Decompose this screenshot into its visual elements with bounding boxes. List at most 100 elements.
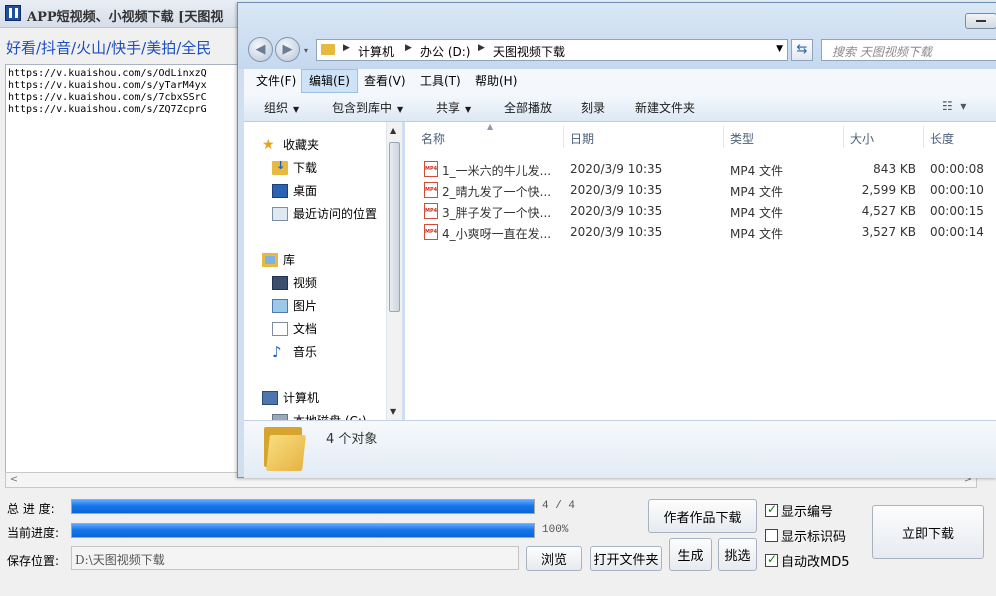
menu-help[interactable]: 帮助(H)	[468, 69, 524, 93]
menu-view[interactable]: 查看(V)	[357, 69, 413, 93]
column-separator[interactable]	[843, 126, 844, 148]
nav-documents-label: 文档	[293, 322, 318, 336]
forward-arrow-icon[interactable]: ▶	[275, 37, 300, 62]
breadcrumb-drive[interactable]: 办公 (D:)	[420, 43, 470, 60]
save-path-field[interactable]: D:\天图视频下载	[71, 546, 519, 570]
file-date: 2020/3/9 10:35	[570, 204, 663, 218]
breadcrumb-folder[interactable]: 天图视频下载	[493, 43, 565, 60]
column-header-name[interactable]: 名称	[421, 130, 445, 147]
folder-icon	[321, 44, 335, 55]
checkbox-checked-icon[interactable]	[765, 502, 778, 517]
auto-md5-checkbox[interactable]: 自动改MD5	[765, 551, 850, 570]
column-header-type[interactable]: 类型	[730, 130, 754, 147]
browse-button[interactable]: 浏览	[526, 546, 582, 571]
nav-libraries-label: 库	[283, 253, 296, 267]
back-arrow-icon[interactable]: ◀	[248, 37, 273, 62]
nav-favorites[interactable]: ★ 收藏夹	[262, 136, 319, 153]
nav-desktop-label: 桌面	[293, 184, 318, 198]
include-in-library-button[interactable]: 包含到库中 ▼	[332, 99, 403, 116]
sort-ascending-icon: ▲	[487, 122, 494, 131]
nav-pane-scrollbar[interactable]: ▲ ▼	[386, 122, 402, 420]
author-works-download-button[interactable]: 作者作品下载	[648, 499, 757, 533]
address-dropdown-icon[interactable]: ▼	[776, 44, 783, 54]
dropdown-arrow-icon: ▼	[293, 105, 300, 114]
address-bar[interactable]: ▶ 计算机 ▶ 办公 (D:) ▶ 天图视频下载 ▼	[316, 39, 788, 61]
mp4-file-icon: MP4	[424, 182, 438, 198]
breadcrumb-arrow-icon[interactable]: ▶	[343, 43, 350, 53]
app-title: APP短视频、小视频下载 [天图视	[27, 10, 224, 25]
picture-library-icon	[272, 298, 288, 313]
menu-tools[interactable]: 工具(T)	[413, 69, 468, 93]
organize-button[interactable]: 组织 ▼	[264, 99, 299, 116]
generate-button[interactable]: 生成	[669, 538, 712, 571]
breadcrumb-computer[interactable]: 计算机	[358, 43, 394, 60]
open-folder-button[interactable]: 打开文件夹	[590, 546, 662, 571]
column-separator[interactable]	[923, 126, 924, 148]
burn-button[interactable]: 刻录	[581, 99, 605, 116]
view-options-icon[interactable]: ☷ ▾	[942, 99, 966, 113]
nav-music[interactable]: ♪ 音乐	[272, 343, 317, 360]
checkbox-checked-icon[interactable]	[765, 552, 778, 567]
file-length: 00:00:10	[930, 183, 984, 197]
file-row[interactable]: MP4 4_小爽呀一直在发... 2020/3/9 10:35 MP4 文件 3…	[421, 222, 991, 243]
menu-edit[interactable]: 编辑(E)	[301, 69, 358, 93]
file-length: 00:00:08	[930, 162, 984, 176]
file-name: 3_胖子发了一个快...	[442, 206, 552, 220]
download-now-button[interactable]: 立即下载	[872, 505, 984, 559]
minimize-icon[interactable]	[965, 13, 996, 29]
refresh-icon[interactable]: ⇆	[791, 39, 813, 61]
library-icon	[262, 252, 278, 267]
play-all-button[interactable]: 全部播放	[504, 99, 552, 116]
column-separator[interactable]	[723, 126, 724, 148]
nav-recent-label: 最近访问的位置	[293, 207, 378, 221]
current-progress-bar	[71, 523, 535, 538]
folder-icon	[264, 427, 306, 471]
music-note-icon: ♪	[272, 342, 282, 361]
recent-pages-chevron-icon[interactable]: ▾	[304, 46, 308, 55]
file-list: ▲ 名称 日期 类型 大小 长度 MP4 1_一米六的牛儿发... 2020/3…	[405, 122, 996, 420]
breadcrumb-arrow-icon[interactable]: ▶	[478, 43, 485, 53]
mp4-file-icon: MP4	[424, 224, 438, 240]
column-header-date[interactable]: 日期	[570, 130, 594, 147]
nav-computer[interactable]: 计算机	[262, 389, 319, 406]
show-id-code-checkbox[interactable]: 显示标识码	[765, 526, 846, 545]
share-button[interactable]: 共享 ▼	[436, 99, 471, 116]
file-size: 4,527 KB	[861, 204, 916, 218]
show-number-checkbox[interactable]: 显示编号	[765, 501, 833, 520]
recent-places-icon	[272, 206, 288, 221]
nav-documents[interactable]: 文档	[272, 320, 317, 337]
scroll-down-icon[interactable]: ▼	[390, 407, 396, 416]
include-library-label: 包含到库中	[332, 101, 393, 115]
checkbox-unchecked-icon[interactable]	[765, 529, 778, 542]
nav-local-disk[interactable]: 本地磁盘 (C:)	[272, 412, 367, 420]
scrollbar-thumb[interactable]	[389, 142, 400, 312]
total-progress-label: 总 进 度:	[7, 502, 55, 516]
scroll-left-icon[interactable]: <	[7, 474, 21, 486]
menu-file[interactable]: 文件(F)	[249, 69, 303, 93]
new-folder-button[interactable]: 新建文件夹	[635, 99, 695, 116]
nav-desktop[interactable]: 桌面	[272, 182, 317, 199]
file-type: MP4 文件	[730, 227, 784, 241]
nav-pictures[interactable]: 图片	[272, 297, 317, 314]
file-row[interactable]: MP4 3_胖子发了一个快... 2020/3/9 10:35 MP4 文件 4…	[421, 201, 991, 222]
pick-button[interactable]: 挑选	[718, 538, 757, 571]
nav-videos[interactable]: 视频	[272, 274, 317, 291]
scroll-up-icon[interactable]: ▲	[390, 126, 396, 135]
details-pane: 4 个对象	[244, 420, 996, 478]
file-row[interactable]: MP4 2_晴九发了一个快... 2020/3/9 10:35 MP4 文件 2…	[421, 180, 991, 201]
column-header-length[interactable]: 长度	[930, 130, 954, 147]
nav-downloads[interactable]: 下载	[272, 159, 317, 176]
current-progress-label: 当前进度:	[7, 526, 60, 540]
search-input[interactable]: 搜索 天图视频下载	[821, 39, 996, 61]
downloads-folder-icon	[272, 159, 288, 175]
column-header-size[interactable]: 大小	[850, 130, 874, 147]
file-date: 2020/3/9 10:35	[570, 162, 663, 176]
file-row[interactable]: MP4 1_一米六的牛儿发... 2020/3/9 10:35 MP4 文件 8…	[421, 159, 991, 180]
nav-libraries[interactable]: 库	[262, 251, 295, 268]
file-date: 2020/3/9 10:35	[570, 225, 663, 239]
file-date: 2020/3/9 10:35	[570, 183, 663, 197]
nav-recent[interactable]: 最近访问的位置	[272, 205, 377, 222]
total-progress-fill	[72, 500, 534, 513]
breadcrumb-arrow-icon[interactable]: ▶	[405, 43, 412, 53]
column-separator[interactable]	[563, 126, 564, 148]
